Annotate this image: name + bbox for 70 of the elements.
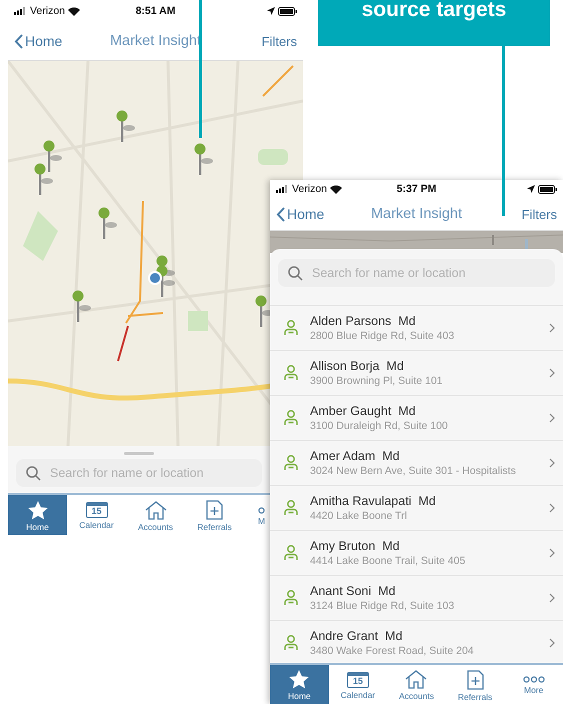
chevron-right-icon xyxy=(549,458,555,468)
person-icon xyxy=(284,545,298,561)
provider-row[interactable]: Amber Gaught Md 3100 Duraleigh Rd, Suite 100 xyxy=(270,395,563,440)
filters-button[interactable]: Filters xyxy=(262,34,297,48)
chevron-right-icon xyxy=(549,503,555,513)
person-icon xyxy=(284,635,298,651)
more-icon xyxy=(522,676,545,683)
battery-icon xyxy=(538,184,557,194)
screen-title: Market Insight xyxy=(110,33,202,49)
provider-row[interactable]: Amer Adam Md 3024 New Bern Ave, Suite 301 - Hospitalists xyxy=(270,440,563,485)
person-icon xyxy=(284,455,298,471)
provider-name: Alden Parsons Md xyxy=(310,314,417,328)
provider-address: 3124 Blue Ridge Rd, Suite 103 xyxy=(310,600,456,612)
calendar-day: 15 xyxy=(352,676,363,686)
back-button[interactable]: Home xyxy=(276,206,371,222)
provider-address: 2800 Blue Ridge Rd, Suite 403 xyxy=(310,330,456,342)
back-button[interactable]: Home xyxy=(14,33,110,49)
provider-row[interactable]: Allison Borja Md 3900 Browning Pl, Suite 101 xyxy=(270,350,563,395)
provider-row[interactable]: Alden Parsons Md 2800 Blue Ridge Rd, Suite 403 xyxy=(270,305,563,350)
search-field[interactable]: Search for name or location xyxy=(278,259,555,287)
chevron-right-icon xyxy=(549,368,555,378)
provider-address: 4414 Lake Boone Trail, Suite 405 xyxy=(310,555,466,567)
provider-row[interactable]: Amitha Ravulapati Md 4420 Lake Boone Trl xyxy=(270,485,563,530)
star-icon xyxy=(289,670,310,689)
location-arrow-icon xyxy=(267,7,275,15)
house-icon xyxy=(405,670,428,689)
status-time: 5:37 PM xyxy=(396,183,436,195)
callout-text: source targets xyxy=(362,0,506,22)
screen-title: Market Insight xyxy=(370,206,462,222)
star-icon xyxy=(28,500,48,520)
location-arrow-icon xyxy=(527,185,535,193)
circle-icon xyxy=(258,506,265,514)
provider-row[interactable]: Amy Bruton Md 4414 Lake Boone Trail, Suite 405 xyxy=(270,530,563,575)
provider-row[interactable]: Anant Soni Md 3124 Blue Ridge Rd, Suite 103 xyxy=(270,575,563,620)
person-icon xyxy=(284,590,298,606)
battery-icon xyxy=(278,6,297,16)
status-time: 8:51 AM xyxy=(136,5,176,17)
chevron-right-icon xyxy=(549,323,555,333)
drag-handle xyxy=(124,452,154,455)
wifi-icon xyxy=(330,184,342,194)
search-icon xyxy=(26,466,41,481)
carrier-name: Verizon xyxy=(30,5,66,17)
provider-address: 3900 Browning Pl, Suite 101 xyxy=(310,375,444,387)
chevron-right-icon xyxy=(549,638,555,648)
search-field[interactable]: Search for name or location xyxy=(16,459,262,487)
provider-name: Andre Grant Md xyxy=(310,629,404,643)
chevron-right-icon xyxy=(549,413,555,423)
provider-name: Allison Borja Md xyxy=(310,359,405,373)
person-icon xyxy=(284,500,298,516)
calendar-day: 15 xyxy=(91,507,102,516)
provider-address: 3100 Duraleigh Rd, Suite 100 xyxy=(310,420,449,432)
document-plus-icon xyxy=(206,500,223,520)
document-plus-icon xyxy=(466,670,484,690)
chevron-right-icon xyxy=(549,548,555,558)
provider-name: Amitha Ravulapati Md xyxy=(310,494,437,508)
wifi-icon xyxy=(68,6,80,16)
tab[interactable]: Home xyxy=(270,665,329,704)
chevron-right-icon xyxy=(549,593,555,603)
provider-address: 3480 Wake Forest Road, Suite 204 xyxy=(310,645,475,657)
provider-name: Amy Bruton Md xyxy=(310,539,401,553)
provider-address: 3024 New Bern Ave, Suite 301 - Hospitalists xyxy=(310,465,517,477)
provider-name: Anant Soni Md xyxy=(310,584,396,598)
provider-name: Amer Adam Md xyxy=(310,449,401,463)
tab[interactable]: Home xyxy=(8,495,67,535)
provider-address: 4420 Lake Boone Trl xyxy=(310,510,408,522)
provider-name: Amber Gaught Md xyxy=(310,404,417,418)
signal-icon xyxy=(14,7,27,15)
filters-button[interactable]: Filters xyxy=(522,206,557,222)
house-icon xyxy=(144,500,166,520)
chevron-left-icon xyxy=(14,34,23,48)
